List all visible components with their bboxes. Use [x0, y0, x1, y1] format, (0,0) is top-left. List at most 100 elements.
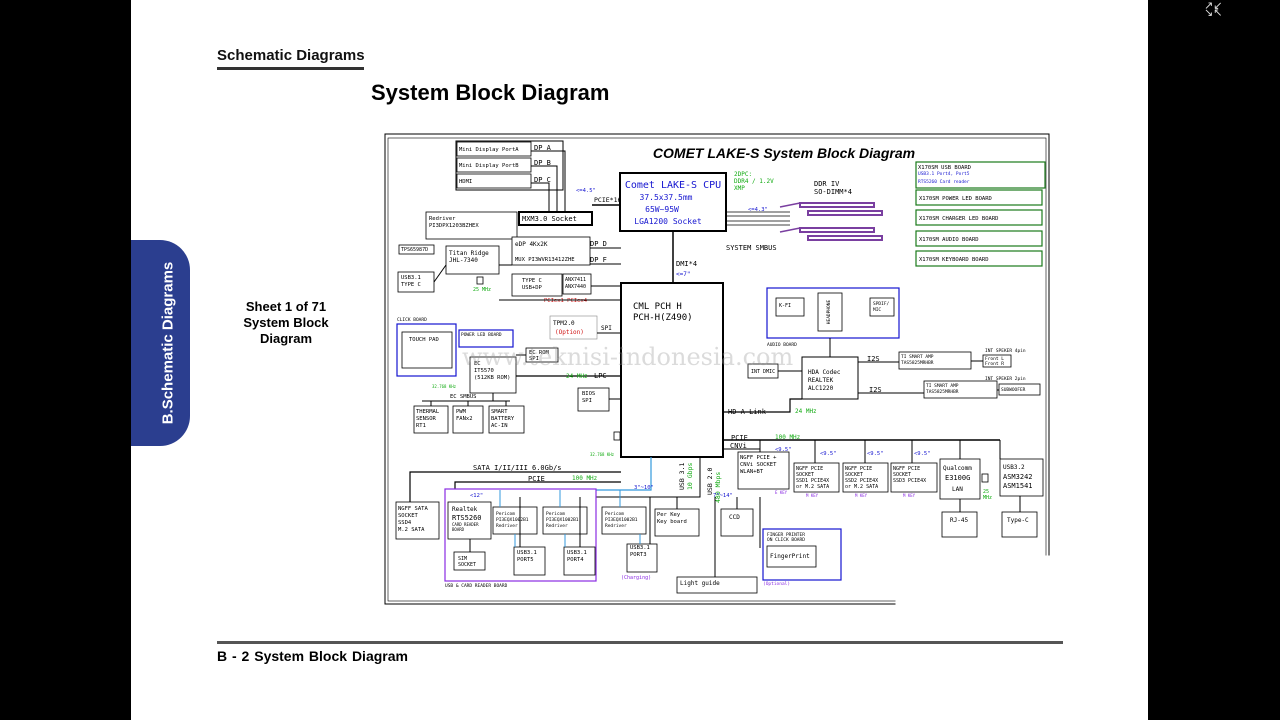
edp-label: eDP 4Kx2K [515, 241, 548, 248]
pericom-3-label: Redriver [605, 523, 627, 529]
header-rule [217, 67, 364, 70]
ssd3-length: <9.5" [914, 451, 931, 457]
wlan-label: NGFF PCIE + [740, 455, 777, 461]
cpu-size: 37.5x37.5mm [640, 193, 693, 202]
usb31-bus-label: USB 3.1 [678, 463, 686, 490]
anx-label: ANX7411 [565, 277, 586, 283]
subwoofer-label: SUBWOOFER [1001, 387, 1026, 393]
smart-amp-2-label: TI SMART AMP [926, 383, 959, 389]
diagram-title: COMET LAKE-S System Block Diagram [653, 145, 915, 161]
asm-chip-1: ASM3242 [1003, 473, 1033, 481]
realtek-vendor: Realtek [452, 506, 478, 513]
titan-crystal-freq: 25 MHz [473, 287, 491, 293]
titan-ridge-label: JHL-7340 [449, 257, 478, 264]
redriver-label: PI3DPX1203BZHEX [429, 223, 479, 229]
lpc-freq: 24 MHz [566, 373, 588, 380]
spdif-label: MIC [873, 307, 881, 313]
lan-crystal-icon [981, 473, 989, 483]
hda-link-label: HD-A Link [728, 408, 767, 416]
collapse-arrows-icon[interactable]: ↗↙ ↘↖ [1204, 0, 1222, 18]
fan-label: PWM [456, 409, 467, 415]
rtc-crystal-freq: 32.768 KHz [590, 452, 615, 457]
card-reader-board-label: USB & CARD READER BOARD [445, 583, 508, 589]
side-tab-label: B.Schematic Diagrams [159, 261, 177, 425]
ec-smbus-label: EC SMBUS [450, 394, 477, 400]
click-board-label: CLICK BOARD [397, 317, 427, 323]
connector-board-label: X170SM AUDIO BOARD [919, 237, 979, 243]
dimm-slot [807, 210, 883, 216]
display-port-label: Mini Display PortB [459, 163, 519, 169]
pericom-2-label: PI3EQX1002B1 [546, 517, 579, 523]
rtc-crystal-icon [613, 431, 621, 441]
lan-model: E3100G [945, 474, 970, 482]
ssd1-key-label: M KEY [806, 493, 819, 498]
pericom-3-label: Pericom [605, 511, 624, 517]
ssd2-label: or M.2 SATA [845, 484, 878, 490]
ngff-sata-label: SOCKET [398, 513, 419, 519]
realtek-board: BOARD [452, 527, 465, 532]
ddr-spec: DDR4 / 1.2V [734, 178, 774, 185]
pch-label: CML PCH H [633, 302, 682, 312]
port4-label: USB3.1 [567, 550, 587, 556]
ccd-label: CCD [729, 514, 740, 521]
display-port-label: Mini Display PortA [459, 147, 519, 153]
card-reader-length: <12" [470, 493, 483, 499]
system-smbus-label: SYSTEM SMBUS [726, 244, 777, 252]
thermal-label: SENSOR [416, 416, 437, 422]
bios-label: BIOS [582, 391, 595, 397]
usb-typec-label: USB3.1 [401, 275, 421, 281]
lpc-label: LPC [594, 372, 607, 380]
usb-typec-label: TYPE C [401, 282, 421, 288]
battery-label: AC-IN [491, 423, 508, 429]
mxm-label: MXM3.0 Socket [522, 215, 577, 223]
watermark-text: www.teknisi-indonesia.com [462, 343, 793, 371]
asm-chip-2: ASM1541 [1003, 482, 1033, 490]
usb-board-card: RTS5260 Card reader [918, 179, 970, 185]
finger-print-label: FingerPrint [770, 553, 810, 560]
front-speaker-label: Front R [985, 361, 1004, 367]
pericom-1-label: Redriver [496, 523, 518, 529]
usb-length: 3"~10" [634, 485, 654, 491]
wlan-label: CNVi SOCKET [740, 462, 777, 468]
port4-label: PORT4 [567, 557, 584, 563]
ddr-spec: XMP [734, 185, 745, 192]
sheet-number: Sheet 1 of 71 [245, 299, 327, 314]
lan-label: LAN [952, 486, 963, 493]
connector-board-label: X170SM POWER LED BOARD [919, 196, 992, 202]
usb-board-ports: USB3.1 Port4, Port5 [918, 171, 970, 177]
port5-label: USB3.1 [517, 550, 537, 556]
sheet-caption-line2: Diagram [259, 331, 313, 346]
ssd1-label: or M.2 SATA [796, 484, 829, 490]
typec-dp-label: TYPE C [522, 278, 542, 284]
memory-length: <=4.3" [748, 207, 768, 213]
page-title: System Block Diagram [371, 80, 610, 105]
redriver-label: Redriver [429, 216, 456, 222]
mux-label: MUX PI3WVR13412ZHE [515, 257, 575, 263]
tps-label: TPS65987D [401, 247, 428, 253]
int-speaker-2pin-label: INT SPEKER 2pin [985, 376, 1026, 382]
headphone-label: HEADPHONE [826, 300, 832, 325]
tpm-label: TPM2.0 [553, 320, 575, 327]
spdif-jack [869, 297, 895, 317]
finger-optional: (Optional) [763, 581, 790, 587]
ssd2-key-label: M KEY [855, 493, 868, 498]
perkey-label: Per Key [657, 512, 681, 518]
ddr-spec: 2DPC: [734, 171, 752, 178]
pericom-3-label: PI3EQX1002B1 [605, 517, 638, 523]
i2s-label-1: I2S [867, 355, 880, 363]
port3-charging: (Charging) [621, 575, 651, 581]
lan-crystal-unit: MHz [983, 495, 992, 501]
pch-model: PCH-H(Z490) [633, 313, 693, 323]
ssd1-length: <9.5" [820, 451, 837, 457]
kfi-label: K-FI [779, 303, 791, 309]
port3-label: USB3.1 [630, 545, 650, 551]
pericom-2-label: Redriver [546, 523, 568, 529]
hda-freq: 24 MHz [795, 408, 817, 415]
wlan-key-label: E KEY [775, 490, 788, 495]
cpu-label: Comet LAKE-S CPU [625, 180, 721, 191]
sheet-caption-line1: System Block [243, 315, 329, 330]
card-reader-freq: 100 MHz [572, 475, 598, 482]
pcie-bus-freq: 100 MHz [775, 434, 801, 441]
dimm-slot [799, 227, 875, 233]
sheet-info: Sheet 1 of 71 System Block Diagram [226, 299, 346, 347]
